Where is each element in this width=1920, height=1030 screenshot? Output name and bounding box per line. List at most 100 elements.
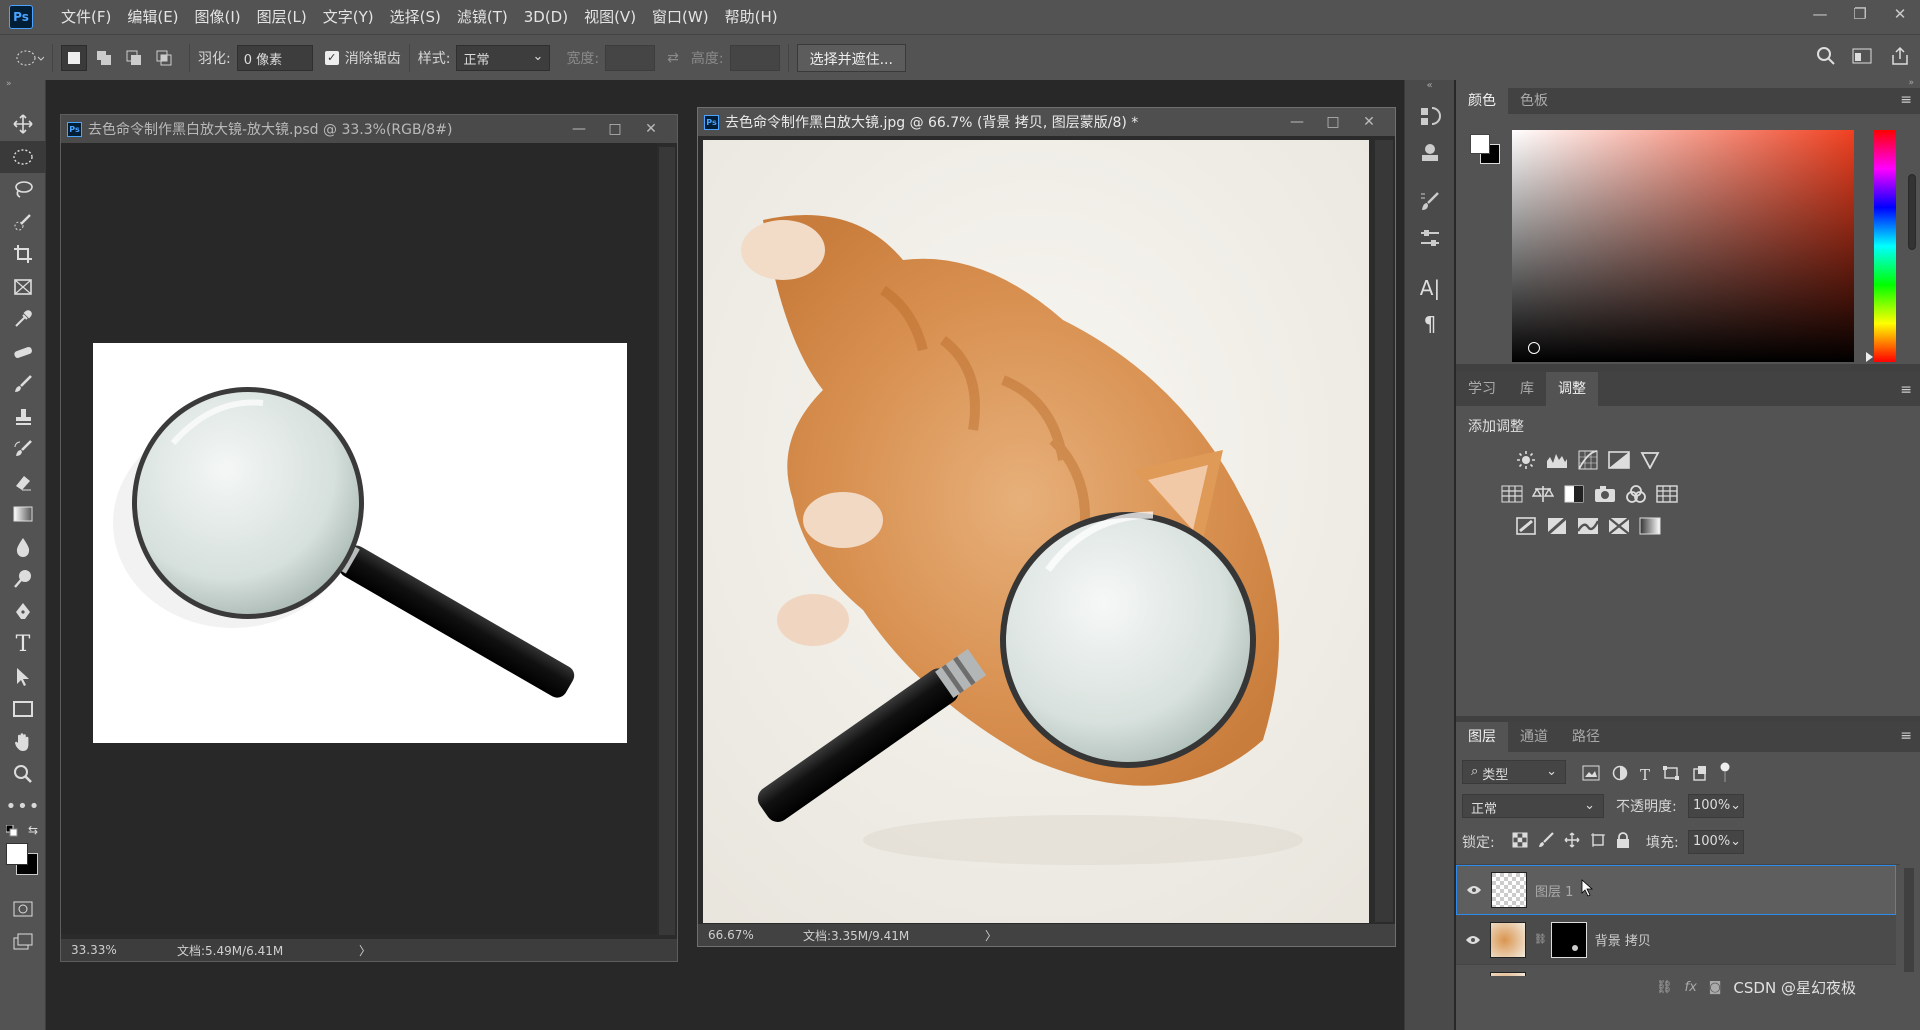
doc-minimize-button[interactable]: — bbox=[561, 115, 597, 143]
channel-mixer-icon[interactable] bbox=[1624, 482, 1648, 506]
hue-saturation-icon[interactable] bbox=[1500, 482, 1524, 506]
lasso-tool-icon[interactable] bbox=[0, 173, 46, 206]
tab-layers[interactable]: 图层 bbox=[1456, 722, 1508, 752]
share-icon[interactable] bbox=[1890, 46, 1910, 70]
brush-tool-icon[interactable] bbox=[0, 368, 46, 401]
menu-3d[interactable]: 3D(D) bbox=[516, 0, 576, 34]
document-window-magnifier[interactable]: Ps 去色命令制作黑白放大镜-放大镜.psd @ 33.3%(RGB/8#) —… bbox=[60, 114, 678, 962]
healing-brush-tool-icon[interactable] bbox=[0, 336, 46, 369]
clone-stamp-tool-icon[interactable] bbox=[0, 401, 46, 434]
layer-filter-select[interactable]: ⌕ 类型 ⌄ bbox=[1462, 760, 1566, 784]
elliptical-marquee-tool-icon[interactable] bbox=[0, 140, 46, 173]
menu-file[interactable]: 文件(F) bbox=[53, 0, 119, 34]
workspace-icon[interactable] bbox=[1852, 47, 1874, 69]
photo-filter-icon[interactable] bbox=[1593, 482, 1617, 506]
menu-help[interactable]: 帮助(H) bbox=[717, 0, 786, 34]
new-selection-icon[interactable] bbox=[61, 44, 87, 71]
panel-menu-icon[interactable]: ≡ bbox=[1900, 728, 1912, 744]
color-balance-icon[interactable] bbox=[1531, 482, 1555, 506]
status-expand-icon[interactable]: 〉 bbox=[985, 927, 997, 944]
history-panel-icon[interactable] bbox=[1405, 98, 1455, 134]
canvas-image-cat[interactable] bbox=[703, 140, 1369, 923]
eyedropper-tool-icon[interactable] bbox=[0, 303, 46, 336]
visibility-eye-icon[interactable] bbox=[1456, 935, 1490, 945]
swap-colors-icon[interactable]: ⇆ bbox=[28, 823, 38, 837]
canvas-image-magnifier[interactable] bbox=[93, 343, 627, 743]
swap-dimensions-icon[interactable]: ⇄ bbox=[667, 50, 679, 66]
filter-shape-icon[interactable] bbox=[1662, 765, 1680, 785]
add-mask-icon[interactable]: ◙ bbox=[1709, 980, 1722, 995]
tab-learn[interactable]: 学习 bbox=[1456, 372, 1508, 406]
doc-close-button[interactable]: ✕ bbox=[633, 115, 669, 143]
gradient-map-icon[interactable] bbox=[1638, 514, 1662, 538]
filter-toggle-icon[interactable] bbox=[1720, 762, 1730, 788]
vibrance-icon[interactable] bbox=[1638, 448, 1662, 472]
layer-mask-thumbnail[interactable] bbox=[1550, 921, 1587, 958]
properties-panel-icon[interactable] bbox=[1405, 134, 1455, 170]
doc-maximize-button[interactable]: □ bbox=[597, 115, 633, 143]
lock-position-icon[interactable] bbox=[1564, 832, 1580, 852]
layer-row[interactable]: 背景 🔒 bbox=[1456, 965, 1896, 976]
lock-image-icon[interactable] bbox=[1538, 832, 1554, 852]
vertical-scrollbar[interactable] bbox=[659, 147, 675, 935]
vertical-scrollbar[interactable] bbox=[1375, 140, 1393, 922]
feather-input[interactable]: 0 像素 bbox=[236, 44, 313, 71]
gradient-tool-icon[interactable] bbox=[0, 498, 46, 531]
tab-channels[interactable]: 通道 bbox=[1508, 722, 1560, 752]
hand-tool-icon[interactable] bbox=[0, 726, 46, 759]
pen-tool-icon[interactable] bbox=[0, 596, 46, 629]
layers-scrollbar[interactable] bbox=[1904, 868, 1914, 972]
menu-image[interactable]: 图像(I) bbox=[187, 0, 249, 34]
move-tool-icon[interactable] bbox=[0, 108, 46, 141]
eraser-tool-icon[interactable] bbox=[0, 466, 46, 499]
menu-layer[interactable]: 图层(L) bbox=[249, 0, 315, 34]
exposure-icon[interactable] bbox=[1607, 448, 1631, 472]
threshold-icon[interactable] bbox=[1576, 514, 1600, 538]
foreground-color-chip[interactable] bbox=[1470, 134, 1490, 154]
menu-filter[interactable]: 滤镜(T) bbox=[449, 0, 516, 34]
close-button[interactable]: ✕ bbox=[1880, 0, 1920, 28]
doc-maximize-button[interactable]: □ bbox=[1315, 108, 1351, 136]
width-input[interactable] bbox=[605, 44, 656, 71]
lock-all-icon[interactable] bbox=[1616, 832, 1630, 852]
zoom-level[interactable]: 66.67% bbox=[698, 928, 788, 942]
dodge-tool-icon[interactable] bbox=[0, 563, 46, 596]
tab-swatches[interactable]: 色板 bbox=[1508, 88, 1560, 114]
posterize-icon[interactable] bbox=[1545, 514, 1569, 538]
filter-pixel-icon[interactable] bbox=[1582, 765, 1600, 785]
quick-selection-tool-icon[interactable] bbox=[0, 206, 46, 239]
opacity-input[interactable]: 100% ⌄ bbox=[1688, 794, 1744, 818]
invert-icon[interactable] bbox=[1514, 514, 1538, 538]
zoom-level[interactable]: 33.33% bbox=[61, 943, 151, 957]
intersect-selection-icon[interactable] bbox=[151, 45, 177, 71]
elliptical-marquee-preset-icon[interactable] bbox=[14, 47, 44, 69]
color-picker-cursor[interactable] bbox=[1528, 342, 1540, 354]
tab-paths[interactable]: 路径 bbox=[1560, 722, 1612, 752]
menu-select[interactable]: 选择(S) bbox=[382, 0, 449, 34]
antialias-checkbox[interactable]: ✓ bbox=[324, 50, 339, 65]
lock-transparent-icon[interactable] bbox=[1512, 832, 1528, 852]
status-expand-icon[interactable]: 〉 bbox=[359, 942, 371, 959]
levels-icon[interactable] bbox=[1545, 448, 1569, 472]
visibility-eye-icon[interactable] bbox=[1457, 885, 1491, 895]
hue-slider[interactable] bbox=[1874, 130, 1896, 362]
default-colors-icon[interactable] bbox=[5, 824, 18, 841]
filter-type-icon[interactable]: T bbox=[1640, 766, 1650, 784]
blend-mode-select[interactable]: 正常 ⌄ bbox=[1462, 794, 1604, 818]
lock-artboard-icon[interactable] bbox=[1590, 832, 1606, 852]
fill-input[interactable]: 100% ⌄ bbox=[1688, 830, 1744, 854]
document-title-bar-active[interactable]: Ps 去色命令制作黑白放大镜.jpg @ 66.7% (背景 拷贝, 图层蒙版/… bbox=[698, 108, 1395, 136]
frame-tool-icon[interactable] bbox=[0, 271, 46, 304]
style-select[interactable]: 正常 ⌄ bbox=[456, 44, 551, 71]
path-selection-tool-icon[interactable] bbox=[0, 661, 46, 694]
layer-name[interactable]: 图层 1 bbox=[1535, 881, 1573, 900]
tab-adjustments[interactable]: 调整 bbox=[1546, 372, 1598, 406]
color-lookup-icon[interactable] bbox=[1655, 482, 1679, 506]
minimize-button[interactable]: — bbox=[1800, 0, 1840, 28]
document-title-bar[interactable]: Ps 去色命令制作黑白放大镜-放大镜.psd @ 33.3%(RGB/8#) —… bbox=[61, 115, 677, 143]
color-field[interactable] bbox=[1512, 130, 1854, 362]
rectangle-tool-icon[interactable] bbox=[0, 693, 46, 726]
type-tool-icon[interactable]: T bbox=[0, 628, 46, 661]
panel-menu-icon[interactable]: ≡ bbox=[1900, 92, 1912, 108]
layer-name[interactable]: 背景 拷贝 bbox=[1595, 930, 1651, 949]
